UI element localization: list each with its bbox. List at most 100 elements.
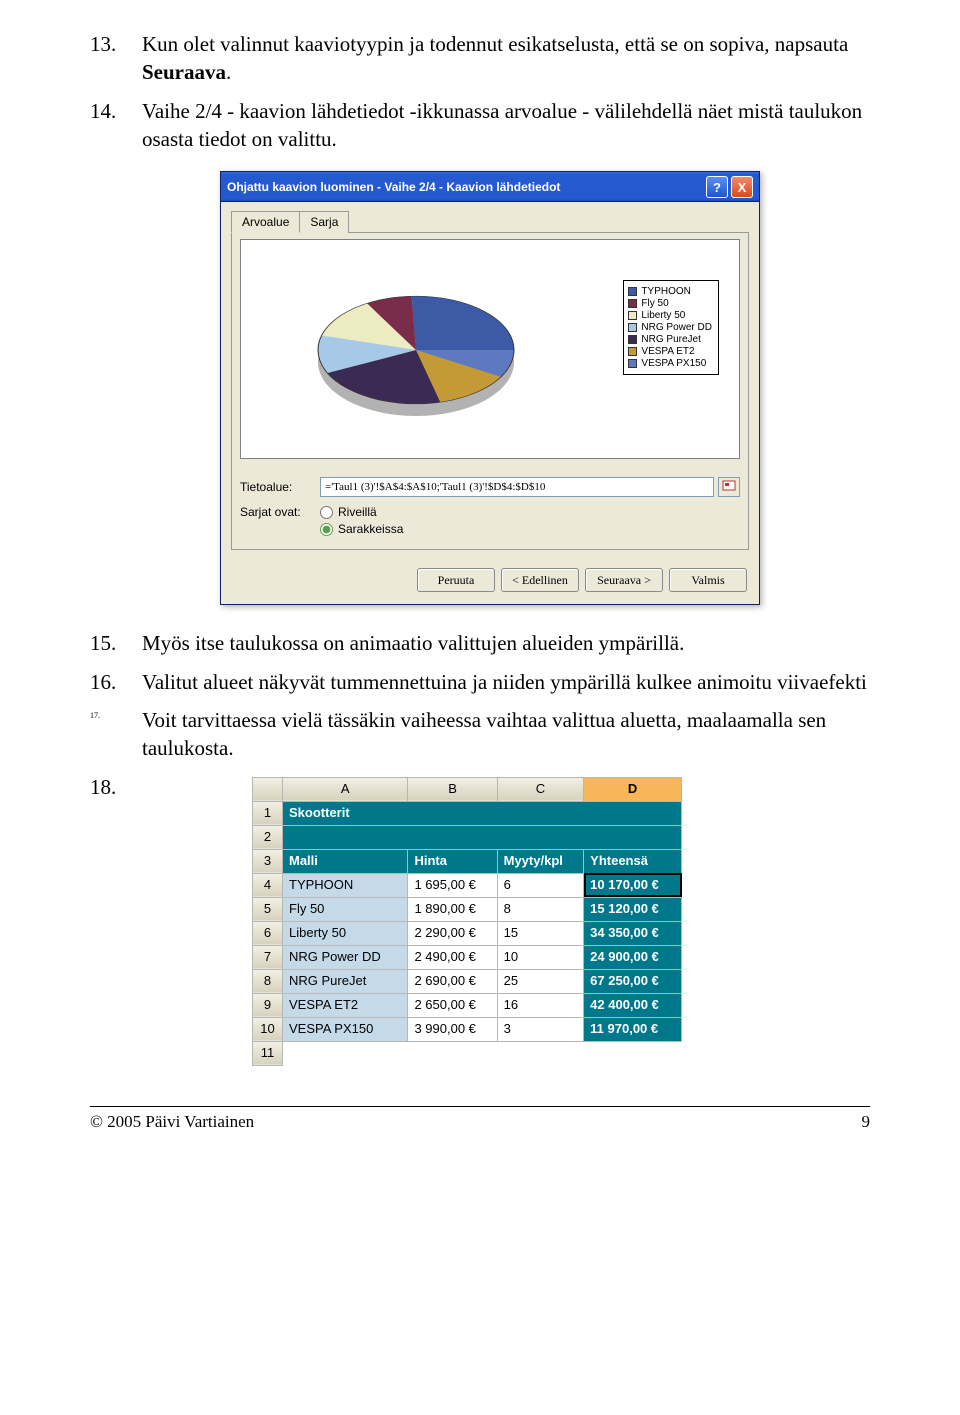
cell-total[interactable]: 24 900,00 €: [584, 945, 682, 969]
step-text: Voit tarvittaessa vielä tässäkin vaihees…: [142, 706, 870, 763]
cell-price[interactable]: 1 890,00 €: [408, 897, 497, 921]
pie-chart: [291, 270, 541, 440]
cell-qty[interactable]: 15: [497, 921, 584, 945]
cell-qty[interactable]: 25: [497, 969, 584, 993]
row-header[interactable]: 3: [253, 849, 283, 873]
radio-cols[interactable]: [320, 523, 333, 536]
cell-qty[interactable]: 3: [497, 1017, 584, 1041]
radio-rows-label[interactable]: Riveillä: [320, 505, 403, 519]
legend-label: Fly 50: [641, 298, 668, 309]
legend-item: VESPA ET2: [628, 346, 712, 357]
row-header[interactable]: 6: [253, 921, 283, 945]
footer-page-number: 9: [862, 1112, 871, 1132]
cell-total[interactable]: 11 970,00 €: [584, 1017, 682, 1041]
header-yhteensa[interactable]: Yhteensä: [584, 849, 682, 873]
cell-name[interactable]: NRG Power DD: [283, 945, 408, 969]
header-hinta[interactable]: Hinta: [408, 849, 497, 873]
collapse-range-button[interactable]: [718, 477, 740, 497]
legend-item: TYPHOON: [628, 286, 712, 297]
finish-button[interactable]: Valmis: [669, 568, 747, 592]
titlebar[interactable]: Ohjattu kaavion luominen - Vaihe 2/4 - K…: [221, 172, 759, 202]
cell-name[interactable]: NRG PureJet: [283, 969, 408, 993]
cell-qty[interactable]: 10: [497, 945, 584, 969]
step-number-small: 17.: [90, 706, 142, 763]
cell-total[interactable]: 67 250,00 €: [584, 969, 682, 993]
radio-rows[interactable]: [320, 506, 333, 519]
tab-arvoalue[interactable]: Arvoalue: [231, 211, 300, 233]
header-myyty[interactable]: Myyty/kpl: [497, 849, 584, 873]
cell-price[interactable]: 2 690,00 €: [408, 969, 497, 993]
cell-price[interactable]: 2 650,00 €: [408, 993, 497, 1017]
cell-price[interactable]: 2 490,00 €: [408, 945, 497, 969]
chart-wizard-dialog: Ohjattu kaavion luominen - Vaihe 2/4 - K…: [220, 171, 760, 605]
cell-name[interactable]: Fly 50: [283, 897, 408, 921]
text-bold: Seuraava: [142, 60, 226, 84]
header-malli[interactable]: Malli: [283, 849, 408, 873]
range-input[interactable]: [320, 477, 714, 497]
step-text: Kun olet valinnut kaaviotyypin ja todenn…: [142, 30, 870, 87]
cell-total[interactable]: 10 170,00 €: [584, 873, 682, 897]
legend-swatch: [628, 287, 637, 296]
tab-sarja[interactable]: Sarja: [299, 211, 349, 233]
step-13: 13. Kun olet valinnut kaaviotyypin ja to…: [90, 30, 870, 87]
row-header[interactable]: 1: [253, 801, 283, 825]
blank-header-row[interactable]: [283, 825, 682, 849]
row-header[interactable]: 8: [253, 969, 283, 993]
step-number: 15.: [90, 629, 142, 657]
col-header-c[interactable]: C: [497, 777, 584, 801]
cell-total[interactable]: 15 120,00 €: [584, 897, 682, 921]
tab-strip: Arvoalue Sarja: [221, 202, 759, 232]
series-orientation: Sarjat ovat: Riveillä Sarakkeissa: [240, 505, 740, 539]
help-button[interactable]: ?: [706, 176, 728, 198]
cell-name[interactable]: TYPHOON: [283, 873, 408, 897]
step-number: 18.: [90, 773, 142, 1066]
step-number: 13.: [90, 30, 142, 87]
cell-qty[interactable]: 6: [497, 873, 584, 897]
col-header-d[interactable]: D: [584, 777, 682, 801]
footer-copyright: © 2005 Päivi Vartiainen: [90, 1112, 254, 1132]
row-header[interactable]: 11: [253, 1041, 283, 1065]
instruction-list: 13. Kun olet valinnut kaaviotyypin ja to…: [90, 30, 870, 153]
row-header[interactable]: 9: [253, 993, 283, 1017]
row-header[interactable]: 10: [253, 1017, 283, 1041]
cell-name[interactable]: VESPA PX150: [283, 1017, 408, 1041]
cell-price[interactable]: 2 290,00 €: [408, 921, 497, 945]
radio-cols-label[interactable]: Sarakkeissa: [320, 522, 403, 536]
legend-label: NRG Power DD: [641, 322, 712, 333]
cell-price[interactable]: 1 695,00 €: [408, 873, 497, 897]
cell-total[interactable]: 42 400,00 €: [584, 993, 682, 1017]
cell-qty[interactable]: 8: [497, 897, 584, 921]
step-17: 17. Voit tarvittaessa vielä tässäkin vai…: [90, 706, 870, 763]
sheet-title-cell[interactable]: Skootterit: [283, 801, 682, 825]
legend-label: VESPA PX150: [641, 358, 706, 369]
row-header[interactable]: 2: [253, 825, 283, 849]
cell-total[interactable]: 34 350,00 €: [584, 921, 682, 945]
legend-label: NRG PureJet: [641, 334, 700, 345]
close-button[interactable]: X: [731, 176, 753, 198]
step-15: 15. Myös itse taulukossa on animaatio va…: [90, 629, 870, 657]
cell-qty[interactable]: 16: [497, 993, 584, 1017]
row-header[interactable]: 5: [253, 897, 283, 921]
step-content: A B C D 1Skootterit2 3MalliHintaMyyty/kp…: [142, 773, 870, 1066]
next-button[interactable]: Seuraava >: [585, 568, 663, 592]
cell-price[interactable]: 3 990,00 €: [408, 1017, 497, 1041]
range-picker-icon: [722, 480, 736, 494]
back-button[interactable]: < Edellinen: [501, 568, 579, 592]
cancel-button[interactable]: Peruuta: [417, 568, 495, 592]
legend-label: TYPHOON: [641, 286, 690, 297]
step-18: 18. A B C D 1Skootterit2 3MalliHintaMyyt…: [90, 773, 870, 1066]
legend-item: NRG PureJet: [628, 334, 712, 345]
col-header-a[interactable]: A: [283, 777, 408, 801]
cell-name[interactable]: VESPA ET2: [283, 993, 408, 1017]
row-header[interactable]: 7: [253, 945, 283, 969]
tab-panel: TYPHOONFly 50Liberty 50NRG Power DDNRG P…: [231, 232, 749, 550]
cell-name[interactable]: Liberty 50: [283, 921, 408, 945]
col-header-b[interactable]: B: [408, 777, 497, 801]
step-16: 16. Valitut alueet näkyvät tummennettuin…: [90, 668, 870, 696]
row-header[interactable]: 4: [253, 873, 283, 897]
instruction-list-2: 15. Myös itse taulukossa on animaatio va…: [90, 629, 870, 1065]
chart-legend: TYPHOONFly 50Liberty 50NRG Power DDNRG P…: [623, 280, 719, 375]
step-14: 14. Vaihe 2/4 - kaavion lähdetiedot -ikk…: [90, 97, 870, 154]
legend-item: VESPA PX150: [628, 358, 712, 369]
col-header-corner[interactable]: [253, 777, 283, 801]
